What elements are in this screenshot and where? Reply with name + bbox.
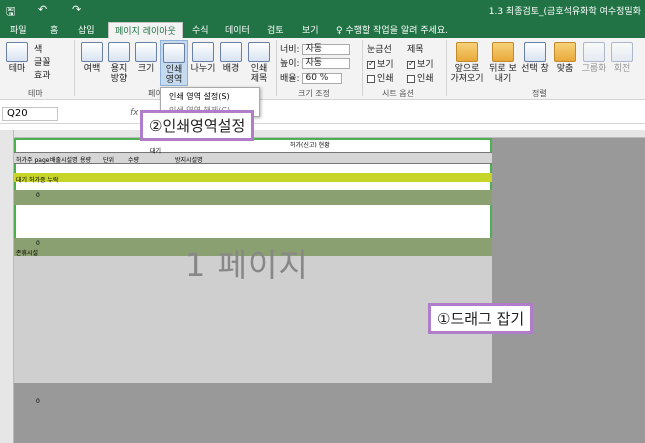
value-cell: 0 [36,240,40,247]
tab-home[interactable]: 홈 [50,23,58,36]
tell-me-search[interactable]: ♀ 수행할 작업을 알려 주세요. [336,23,448,36]
value-cell: 0 [36,192,40,199]
breaks-button[interactable]: 나누기 [190,42,216,74]
themes-icon [6,42,28,62]
sheet-title-cell: 허가(신고) 현황 [290,142,330,149]
theme-effects-button[interactable]: 효과 [34,68,51,81]
print-titles-button[interactable]: 인쇄 제목 [246,42,272,84]
headings-view-checkbox[interactable]: 보기 [407,57,434,70]
gridlines-label: 눈금선 [367,45,392,55]
header-cell: 수량 [128,157,140,164]
bring-forward-button[interactable]: 앞으로 가져오기 [450,42,484,84]
bring-forward-icon [456,42,478,62]
callout-step2: ②인쇄영역설정 [140,110,255,141]
tab-formulas[interactable]: 수식 [192,23,209,36]
gridlines-view-checkbox[interactable]: 보기 [367,57,394,70]
section-label-cell: 존휴시설 [16,250,39,257]
print-titles-icon [248,42,270,62]
column-headers [14,130,645,138]
print-area-icon [163,43,185,63]
theme-colors-button[interactable]: 색 [34,42,42,55]
tab-view[interactable]: 보기 [302,23,319,36]
ribbon-tabs: 파일 홈 삽입 페이지 레이아웃 수식 데이터 검토 보기 ♀ 수행할 작업을 … [0,20,645,38]
title-bar: 🖫 ↶ ↷ 1.3 최종검토_(금호석유화학 여수정밀화 [0,0,645,20]
background-icon [220,42,242,62]
group-theme-label: 테마 [28,89,43,98]
rotate-icon [611,42,633,62]
divider [74,40,75,96]
menu-item-set-print-area[interactable]: 인쇄 영역 설정(S) [169,91,230,102]
window-title: 1.3 최종검토_(금호석유화학 여수정밀화 [488,7,641,17]
checkbox-icon [407,59,415,69]
margins-button[interactable]: 여백 [80,42,104,74]
themes-button[interactable]: 테마 [4,42,30,74]
theme-fonts-button[interactable]: 글꼴 [34,55,51,68]
header-cell: 허가주 page [16,157,50,164]
callout-step1: ①드래그 잡기 [428,303,534,334]
tab-page-layout[interactable]: 페이지 레이아웃 [108,22,183,38]
yellow-row [14,173,492,182]
headings-label: 제목 [407,45,424,55]
size-button[interactable]: 크기 [134,42,158,74]
group-scale-label: 크기 조정 [298,89,330,98]
gridlines-print-checkbox[interactable]: 인쇄 [367,71,394,84]
print-area-button[interactable]: 인쇄 영역 [160,40,188,86]
align-icon [554,42,576,62]
header-cell: 단위 [103,157,115,164]
tab-data[interactable]: 데이터 [225,23,250,36]
background-button[interactable]: 배경 [218,42,244,74]
tab-review[interactable]: 검토 [267,23,284,36]
undo-icon[interactable]: ↶ [38,3,47,16]
group-arrange-label: 정렬 [532,89,547,98]
header-cell: 용량 [80,157,92,164]
height-control[interactable]: 높이: 자동 [280,56,351,69]
group-button[interactable]: 그룹화 [580,42,608,74]
scale-control[interactable]: 배율: 60 % [280,71,343,84]
paper-size-icon [135,42,157,62]
ribbon: 테마 색 글꼴 효과 테마 여백 용지 방향 크기 인쇄 영역 나누기 배경 인… [0,38,645,100]
tab-insert[interactable]: 삽입 [78,23,95,36]
green-row [14,190,492,205]
tab-file[interactable]: 파일 [10,23,27,36]
selection-pane-button[interactable]: 선택 창 [520,42,550,74]
redo-icon[interactable]: ↷ [72,3,81,16]
orientation-icon [108,42,130,62]
divider [362,40,363,96]
group-sheet-options-label: 시트 옵션 [382,89,414,98]
header-cell: 방지시설명 [175,157,203,164]
value-cell: 0 [36,398,40,405]
orientation-button[interactable]: 용지 방향 [106,42,132,84]
sheet-subtitle-cell: 대기 [150,148,162,155]
headings-print-checkbox[interactable]: 인쇄 [407,71,434,84]
formula-bar: Q20 fx [0,104,645,124]
width-control[interactable]: 너비: 자동 [280,42,351,55]
group-icon [583,42,605,62]
margins-icon [81,42,103,62]
checkbox-icon [367,74,375,83]
align-button[interactable]: 맞춤 [554,42,576,74]
page-watermark: 1 페이지 [185,246,309,284]
selection-pane-icon [524,42,546,62]
header-cell: 배출시설명 [50,157,78,164]
fx-icon[interactable]: fx [130,108,139,118]
breaks-icon [192,42,214,62]
checkbox-icon [367,59,375,69]
divider [446,40,447,96]
checkbox-icon [407,74,415,83]
divider [276,40,277,96]
send-backward-icon [492,42,514,62]
rotate-button[interactable]: 회전 [610,42,634,74]
name-box[interactable]: Q20 [2,107,58,121]
send-backward-button[interactable]: 뒤로 보내기 [488,42,518,84]
yellow-label-cell: 대기 허가증 누락 [16,177,59,184]
row-headers [0,130,14,443]
